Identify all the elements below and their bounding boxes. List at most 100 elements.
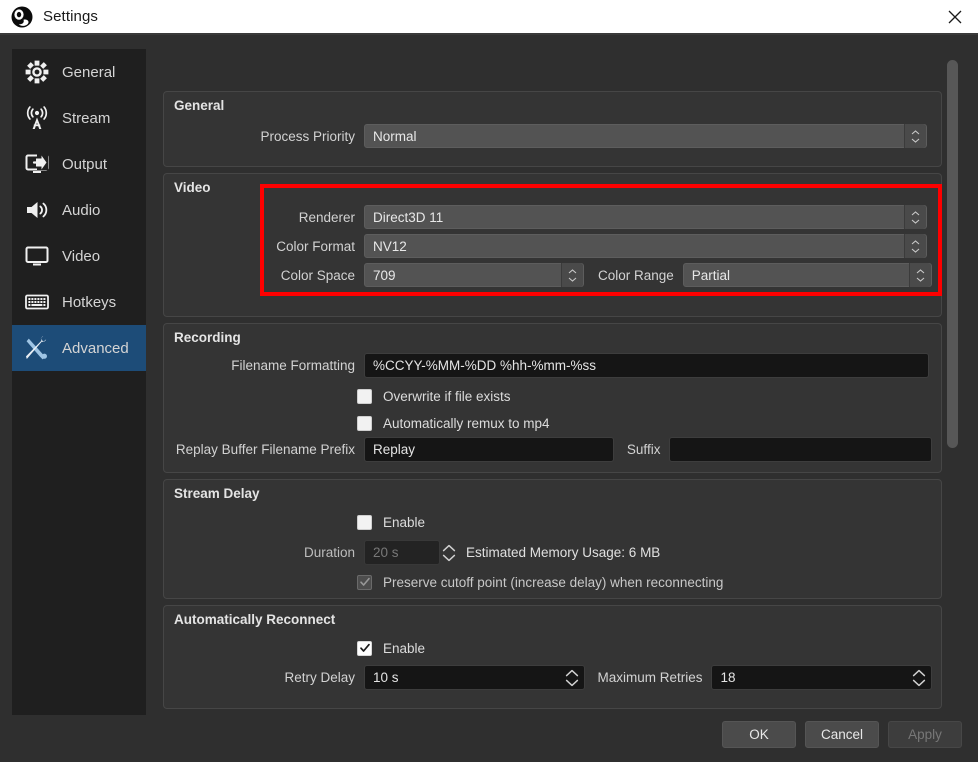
sidebar-item-hotkeys[interactable]: Hotkeys: [12, 279, 146, 325]
row-replay-buffer-prefix: Replay Buffer Filename Prefix Replay Suf…: [164, 437, 932, 462]
replay-prefix-input[interactable]: Replay: [364, 437, 614, 462]
settings-scroll-area: General Process Priority Normal Video Re…: [160, 49, 962, 715]
color-range-label: Color Range: [597, 267, 674, 283]
retry-delay-value: 10 s: [373, 670, 399, 685]
group-video: Video Renderer Direct3D 11 Color Format …: [163, 173, 942, 317]
process-priority-label: Process Priority: [260, 128, 355, 144]
ok-button[interactable]: OK: [722, 721, 796, 748]
overwrite-label: Overwrite if file exists: [383, 388, 511, 404]
sidebar-item-label: Hotkeys: [62, 293, 117, 311]
max-retries-label: Maximum Retries: [597, 670, 703, 685]
sidebar-item-label: General: [62, 63, 116, 81]
title-bar: Settings: [0, 0, 978, 33]
retry-delay-spinbox[interactable]: 10 s: [364, 665, 586, 690]
row-auto-remux-mp4[interactable]: Automatically remux to mp4: [357, 412, 550, 434]
color-format-combobox[interactable]: NV12: [364, 234, 927, 258]
duration-value: 20 s: [373, 545, 399, 560]
remux-label: Automatically remux to mp4: [383, 415, 550, 431]
reconnect-enable-checkbox[interactable]: [357, 640, 372, 656]
sidebar-item-label: Output: [62, 155, 108, 173]
preserve-cutoff-checkbox[interactable]: [357, 574, 372, 590]
retry-delay-label: Retry Delay: [284, 670, 355, 685]
sidebar-item-output[interactable]: Output: [12, 141, 146, 187]
duration-spinner-arrows[interactable]: [440, 540, 458, 565]
settings-window: General Stream Output Audio Video Hotkey…: [0, 33, 978, 762]
row-filename-formatting: Filename Formatting %CCYY-%MM-%DD %hh-%m…: [164, 353, 932, 378]
process-priority-combobox[interactable]: Normal: [364, 124, 927, 148]
sidebar-item-video[interactable]: Video: [12, 233, 146, 279]
sidebar-item-label: Video: [62, 247, 101, 265]
row-preserve-cutoff-point[interactable]: Preserve cutoff point (increase delay) w…: [357, 571, 723, 593]
chevron-updown-icon[interactable]: [560, 263, 583, 287]
filename-formatting-label: Filename Formatting: [231, 358, 355, 373]
color-range-combobox[interactable]: Partial: [682, 263, 932, 287]
renderer-combobox[interactable]: Direct3D 11: [364, 205, 927, 229]
preserve-cutoff-label: Preserve cutoff point (increase delay) w…: [383, 574, 724, 590]
duration-label: Duration: [303, 545, 355, 560]
remux-checkbox[interactable]: [357, 415, 372, 431]
max-retries-spinner-arrows[interactable]: [911, 666, 927, 689]
renderer-label: Renderer: [298, 209, 355, 225]
row-renderer: Renderer Direct3D 11: [164, 205, 932, 229]
replay-prefix-value: Replay: [373, 442, 416, 457]
sidebar-item-audio[interactable]: Audio: [12, 187, 146, 233]
chevron-updown-icon[interactable]: [904, 205, 926, 229]
group-automatically-reconnect: Automatically Reconnect Enable Retry Del…: [163, 605, 942, 709]
suffix-label: Suffix: [626, 442, 661, 457]
gear-icon: [22, 57, 52, 87]
color-range-value: Partial: [691, 267, 731, 283]
group-title-stream-delay: Stream Delay: [174, 486, 260, 501]
row-color-space-range: Color Space 709 Color Range Partial: [164, 263, 932, 287]
filename-formatting-input[interactable]: %CCYY-%MM-%DD %hh-%mm-%ss: [364, 353, 929, 378]
stream-delay-enable-label: Enable: [383, 514, 426, 530]
monitor-icon: [22, 241, 52, 271]
process-priority-value: Normal: [373, 128, 417, 144]
renderer-value: Direct3D 11: [373, 209, 444, 225]
row-retry-delay: Retry Delay 10 s Maximum Retries 18: [164, 665, 932, 690]
obs-logo-icon: [11, 6, 33, 28]
stream-delay-enable-checkbox[interactable]: [357, 514, 372, 530]
color-space-value: 709: [373, 267, 396, 283]
row-duration: Duration 20 s Estimated Memory Usage: 6 …: [164, 540, 932, 565]
filename-formatting-value: %CCYY-%MM-%DD %hh-%mm-%ss: [373, 358, 597, 373]
row-overwrite-if-file-exists[interactable]: Overwrite if file exists: [357, 385, 511, 407]
speaker-icon: [22, 195, 52, 225]
chevron-updown-icon[interactable]: [909, 263, 931, 287]
group-title-reconnect: Automatically Reconnect: [174, 612, 336, 627]
max-retries-value: 18: [720, 670, 736, 685]
output-icon: [22, 149, 52, 179]
cancel-button[interactable]: Cancel: [805, 721, 879, 748]
close-icon[interactable]: [932, 0, 978, 33]
row-stream-delay-enable[interactable]: Enable: [357, 511, 425, 533]
apply-button: Apply: [888, 721, 962, 748]
color-space-combobox[interactable]: 709: [364, 263, 584, 287]
group-title-video: Video: [174, 180, 211, 195]
group-title-general: General: [174, 98, 225, 113]
duration-spinbox[interactable]: 20 s: [364, 540, 440, 565]
row-reconnect-enable[interactable]: Enable: [357, 637, 425, 659]
estimated-memory-usage-text: Estimated Memory Usage: 6 MB: [466, 545, 661, 560]
broadcast-icon: [22, 103, 52, 133]
sidebar-item-advanced[interactable]: Advanced: [12, 325, 146, 371]
sidebar-item-general[interactable]: General: [12, 49, 146, 95]
vertical-scrollbar[interactable]: [946, 49, 958, 715]
group-title-recording: Recording: [174, 330, 241, 345]
suffix-input[interactable]: [669, 437, 932, 462]
keyboard-icon: [22, 287, 52, 317]
sidebar-item-stream[interactable]: Stream: [12, 95, 146, 141]
replay-prefix-label: Replay Buffer Filename Prefix: [175, 442, 355, 457]
max-retries-spinbox[interactable]: 18: [711, 665, 932, 690]
overwrite-checkbox[interactable]: [357, 388, 372, 404]
color-format-label: Color Format: [276, 238, 355, 254]
window-title: Settings: [43, 8, 98, 25]
row-process-priority: Process Priority Normal: [164, 124, 932, 148]
sidebar-item-label: Stream: [62, 109, 111, 127]
scrollbar-thumb[interactable]: [947, 60, 958, 448]
tools-icon: [22, 333, 52, 363]
chevron-updown-icon[interactable]: [904, 234, 926, 258]
retry-delay-spinner-arrows[interactable]: [564, 666, 580, 689]
chevron-updown-icon[interactable]: [904, 124, 926, 148]
reconnect-enable-label: Enable: [383, 640, 426, 656]
sidebar-item-label: Audio: [62, 201, 101, 219]
row-color-format: Color Format NV12: [164, 234, 932, 258]
